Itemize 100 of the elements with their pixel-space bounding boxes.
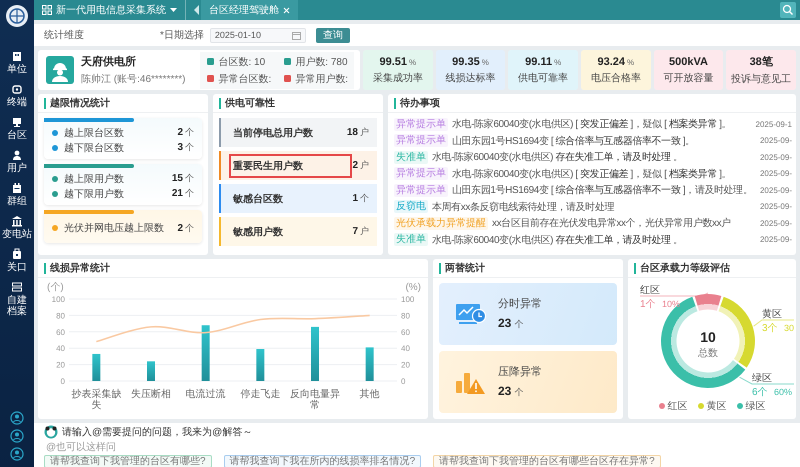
sidebar-item[interactable]: 终端 — [7, 83, 27, 108]
sidebar-item[interactable]: 群组 — [7, 182, 27, 207]
status-dot — [52, 130, 58, 136]
todo-tag: 失准单 — [394, 233, 428, 246]
stat-label: 越下限用户数 — [64, 188, 125, 200]
todo-date: 2025-09- — [760, 235, 792, 244]
total-label: 总数 — [698, 348, 718, 358]
system-menu[interactable]: 新一代用电信息采集系统 — [34, 0, 186, 20]
todo-tag: 失准单 — [394, 150, 428, 164]
axis-unit: (个) — [47, 282, 64, 292]
stat-label: 压降异常 — [498, 365, 542, 380]
todo-date: 2025-09- — [760, 169, 792, 178]
stat-text: 用户数: 780 — [295, 56, 348, 68]
callout-label: 绿区 — [752, 372, 772, 384]
callout-count: 3个 — [762, 322, 778, 334]
sidebar-item[interactable]: 台区 — [7, 116, 27, 141]
callout-count: 1个 — [640, 298, 656, 310]
todo-message: 山田东园1号HS1694变 [ 综合倍率与互感器倍率不一致 ]，请及时处理。 — [452, 184, 754, 198]
device-icon — [11, 83, 23, 95]
legend-label: 黄区 — [706, 400, 726, 412]
stat-label: 越上限用户数 — [64, 172, 125, 186]
calendar-icon — [11, 182, 23, 194]
suggestion-chip[interactable]: 请帮我查询下我管理的台区有哪些? — [44, 455, 212, 467]
tick-label: 60 — [401, 327, 410, 336]
suggestion-chip[interactable]: 请帮我查询下我在所内的线损率排名情况? — [224, 455, 422, 467]
callout-percent: 30 — [784, 322, 794, 332]
tick-label: 40 — [401, 344, 410, 353]
kpi-label: 线损达标率 — [446, 72, 496, 84]
query-button[interactable]: 查询 — [316, 28, 350, 42]
axis-label: 抄表采集缺失 — [70, 388, 122, 410]
bank-icon — [11, 215, 23, 227]
building-icon — [11, 50, 23, 62]
panel-title: 越限情况统计 — [44, 98, 110, 109]
user-account: 陈帅江 (账号:46********) — [81, 72, 186, 86]
kpi-label: 供电可靠率 — [518, 72, 568, 84]
user-circle-icon[interactable] — [10, 447, 24, 461]
tick-label: 20 — [401, 360, 410, 370]
stat-label: 越上限台区数 — [64, 126, 125, 140]
stat-value: 23 个 — [498, 316, 524, 332]
bar — [147, 360, 155, 380]
panel-title: 台区承载力等级评估 — [634, 262, 730, 274]
user-circle-icon[interactable] — [10, 411, 24, 425]
suggestion-chip[interactable]: 请帮我查询下我管理的台区有哪些台区存在异常? — [433, 455, 661, 467]
close-icon[interactable] — [283, 6, 290, 14]
stat-text: 异常用户数: — [295, 72, 348, 86]
stat-label: 光伏并网电压越上限数 — [64, 222, 165, 235]
legend-label: 红区 — [668, 400, 688, 412]
stat-text: 台区数: 10 — [218, 56, 266, 68]
todo-tag: 异常提示单 — [394, 118, 448, 131]
tick-label: 100 — [52, 294, 65, 304]
sidebar-item[interactable]: 自建档案 — [6, 281, 28, 317]
collapse-arrow-icon[interactable] — [194, 5, 199, 15]
bar — [366, 346, 374, 380]
kpi-value: 38笔 — [750, 55, 773, 69]
todo-message: 水电-陈家60040变(水电供区) 存在失准工单，请及时处理 。 — [432, 150, 684, 164]
todo-date: 2025-09-1 — [756, 120, 792, 129]
todo-tag: 异常提示单 — [394, 134, 448, 148]
monitor-icon — [11, 116, 23, 128]
kpi-label: 投诉与意见工 — [731, 72, 792, 86]
todo-tag: 异常提示单 — [394, 167, 448, 180]
todo-date: 2025-09- — [760, 186, 792, 195]
stat-value: 2 户 — [352, 159, 369, 172]
list-icon — [11, 281, 23, 293]
stat-value: 23 个 — [498, 384, 524, 400]
tick-label: 0 — [60, 376, 65, 386]
sidebar-item[interactable]: 单位 — [7, 50, 27, 75]
bar — [311, 326, 319, 380]
todo-message: 山田东园1号HS1694变 [ 综合倍率与互感器倍率不一致 ]。 — [452, 134, 696, 148]
user-circle-icon[interactable] — [10, 429, 24, 443]
todo-message: xx台区目前存在光伏发电异常xx个，光伏异常用户数xx户 — [492, 216, 732, 230]
date-field[interactable]: 2025-01-10 — [210, 28, 306, 42]
todo-tag: 反窃电 — [394, 200, 428, 214]
axis-unit: (%) — [405, 282, 421, 292]
todo-date: 2025-09- — [760, 152, 792, 162]
tick-label: 100 — [401, 294, 414, 304]
tick-label: 0 — [401, 376, 406, 386]
axis-label: 反向电量异常 — [288, 388, 341, 410]
axis-label: 失压断相 — [130, 388, 172, 402]
stat-value: 21 个 — [172, 187, 194, 200]
tick-label: 80 — [401, 310, 410, 320]
box-icon — [11, 248, 23, 260]
bar — [92, 353, 100, 380]
status-dot — [52, 190, 58, 196]
todo-date: 2025-09- — [760, 202, 792, 212]
sidebar-item[interactable]: 关口 — [7, 248, 27, 273]
status-dot — [52, 176, 58, 182]
panel-title: 线损异常统计 — [44, 262, 110, 274]
stat-value: 18 户 — [346, 126, 369, 139]
sidebar-item[interactable]: 变电站 — [2, 215, 32, 240]
chat-prompt: 请输入@需要提问的问题，我来为@解答～ — [62, 426, 252, 439]
sidebar-item[interactable]: 用户 — [7, 149, 27, 174]
org-name: 天府供电所 — [81, 54, 137, 69]
kpi-value: 93.24 % — [598, 56, 634, 68]
caret-icon — [170, 7, 177, 13]
callout-label: 黄区 — [762, 308, 782, 320]
stat-value: 2 个 — [177, 126, 194, 139]
todo-tag: 异常提示单 — [394, 184, 448, 197]
callout-count: 6个 — [752, 386, 768, 398]
stat-label: 敏感台区数 — [232, 192, 284, 206]
todo-date: 2025-09- — [760, 136, 792, 146]
